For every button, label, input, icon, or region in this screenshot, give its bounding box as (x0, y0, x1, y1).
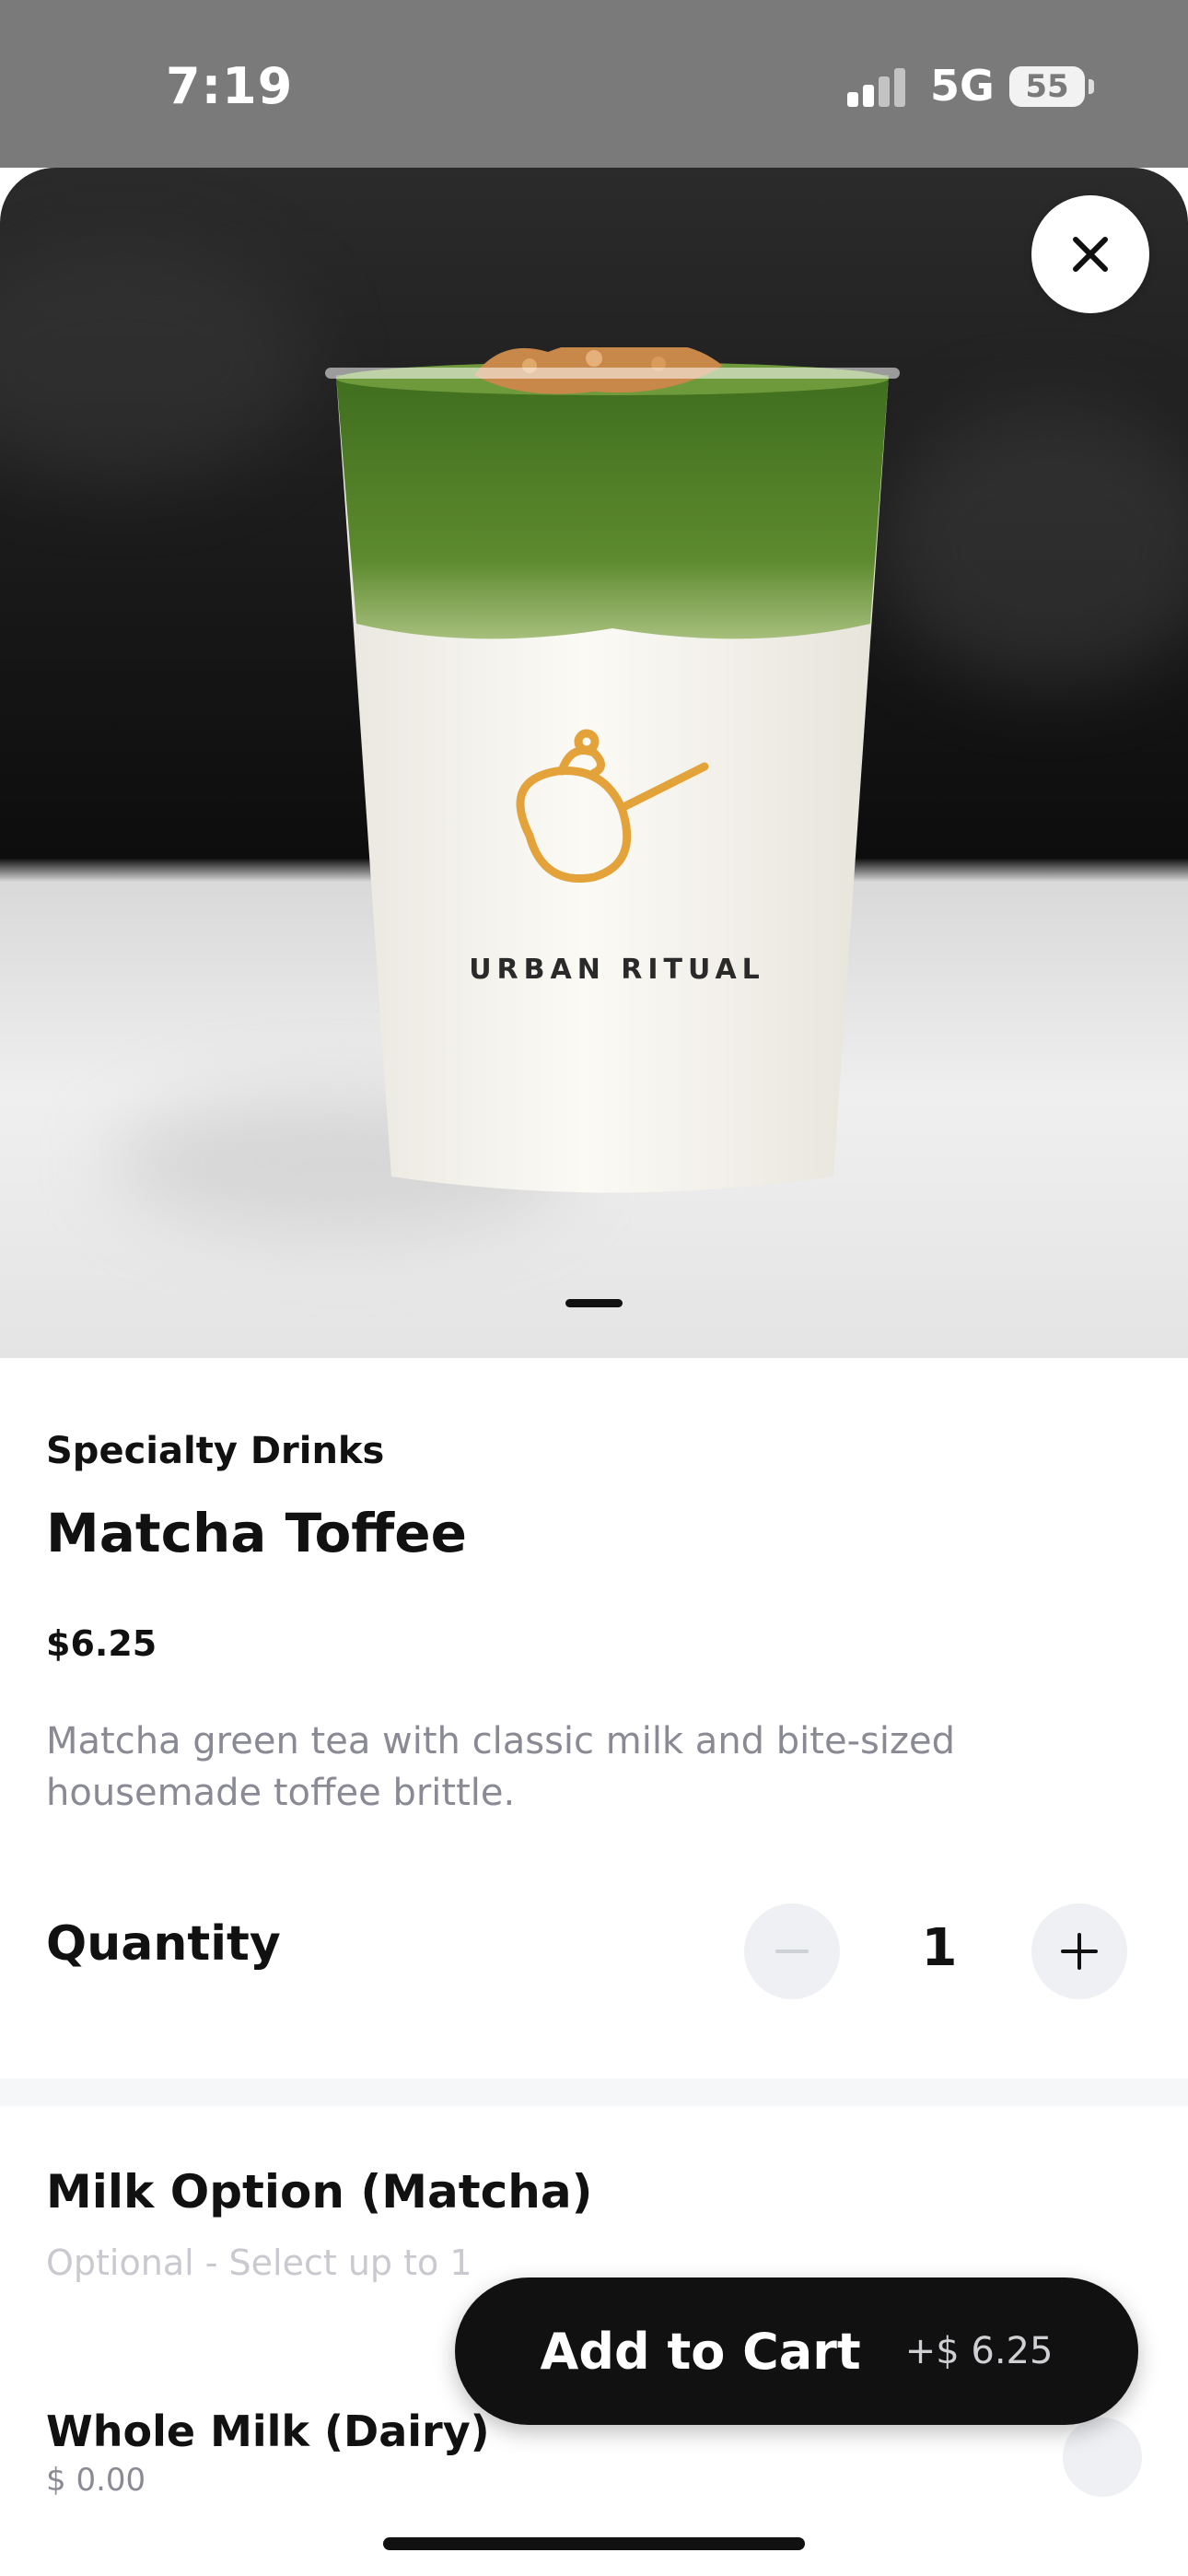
image-pager-indicator[interactable] (565, 1299, 623, 1307)
option-price: $ 0.00 (46, 2462, 146, 2499)
close-button[interactable] (1031, 195, 1149, 313)
add-to-cart-button[interactable]: Add to Cart +$ 6.25 (455, 2277, 1138, 2425)
option-radio[interactable] (1063, 2418, 1142, 2497)
battery-level: 55 (1025, 68, 1069, 105)
product-description: Matcha green tea with classic milk and b… (46, 1720, 955, 1814)
minus-icon (775, 1950, 809, 1953)
product-category: Specialty Drinks (46, 1430, 385, 1472)
decrement-button[interactable] (744, 1903, 840, 1999)
product-title: Matcha Toffee (46, 1502, 467, 1564)
increment-button[interactable] (1031, 1903, 1127, 1999)
option-group-subtitle: Optional - Select up to 1 (46, 2242, 472, 2283)
product-price: $6.25 (46, 1623, 157, 1664)
network-type: 5G (930, 61, 995, 111)
matcha-cup-illustration: URBAN RITUAL (325, 347, 900, 1193)
option-name: Whole Milk (Dairy) (46, 2406, 490, 2456)
battery-tip (1089, 79, 1094, 94)
section-divider (0, 2078, 1188, 2106)
option-group-title: Milk Option (Matcha) (46, 2165, 593, 2219)
battery-icon: 55 (1009, 66, 1085, 107)
brand-logo-text: URBAN RITUAL (469, 954, 765, 986)
status-bar: 7:19 5G 55 (0, 0, 1188, 168)
add-to-cart-price: +$ 6.25 (904, 2330, 1054, 2372)
product-image: URBAN RITUAL (0, 168, 1188, 1358)
quantity-label: Quantity (46, 1916, 281, 1972)
add-to-cart-label: Add to Cart (540, 2322, 861, 2381)
status-time: 7:19 (166, 57, 294, 115)
signal-icon (847, 68, 906, 107)
home-indicator[interactable] (383, 2537, 805, 2550)
quantity-value: 1 (921, 1918, 958, 1978)
plus-icon (1061, 1933, 1098, 1970)
smoke-shape (0, 241, 313, 481)
close-icon (1073, 237, 1108, 272)
smoke-shape (875, 407, 1188, 684)
